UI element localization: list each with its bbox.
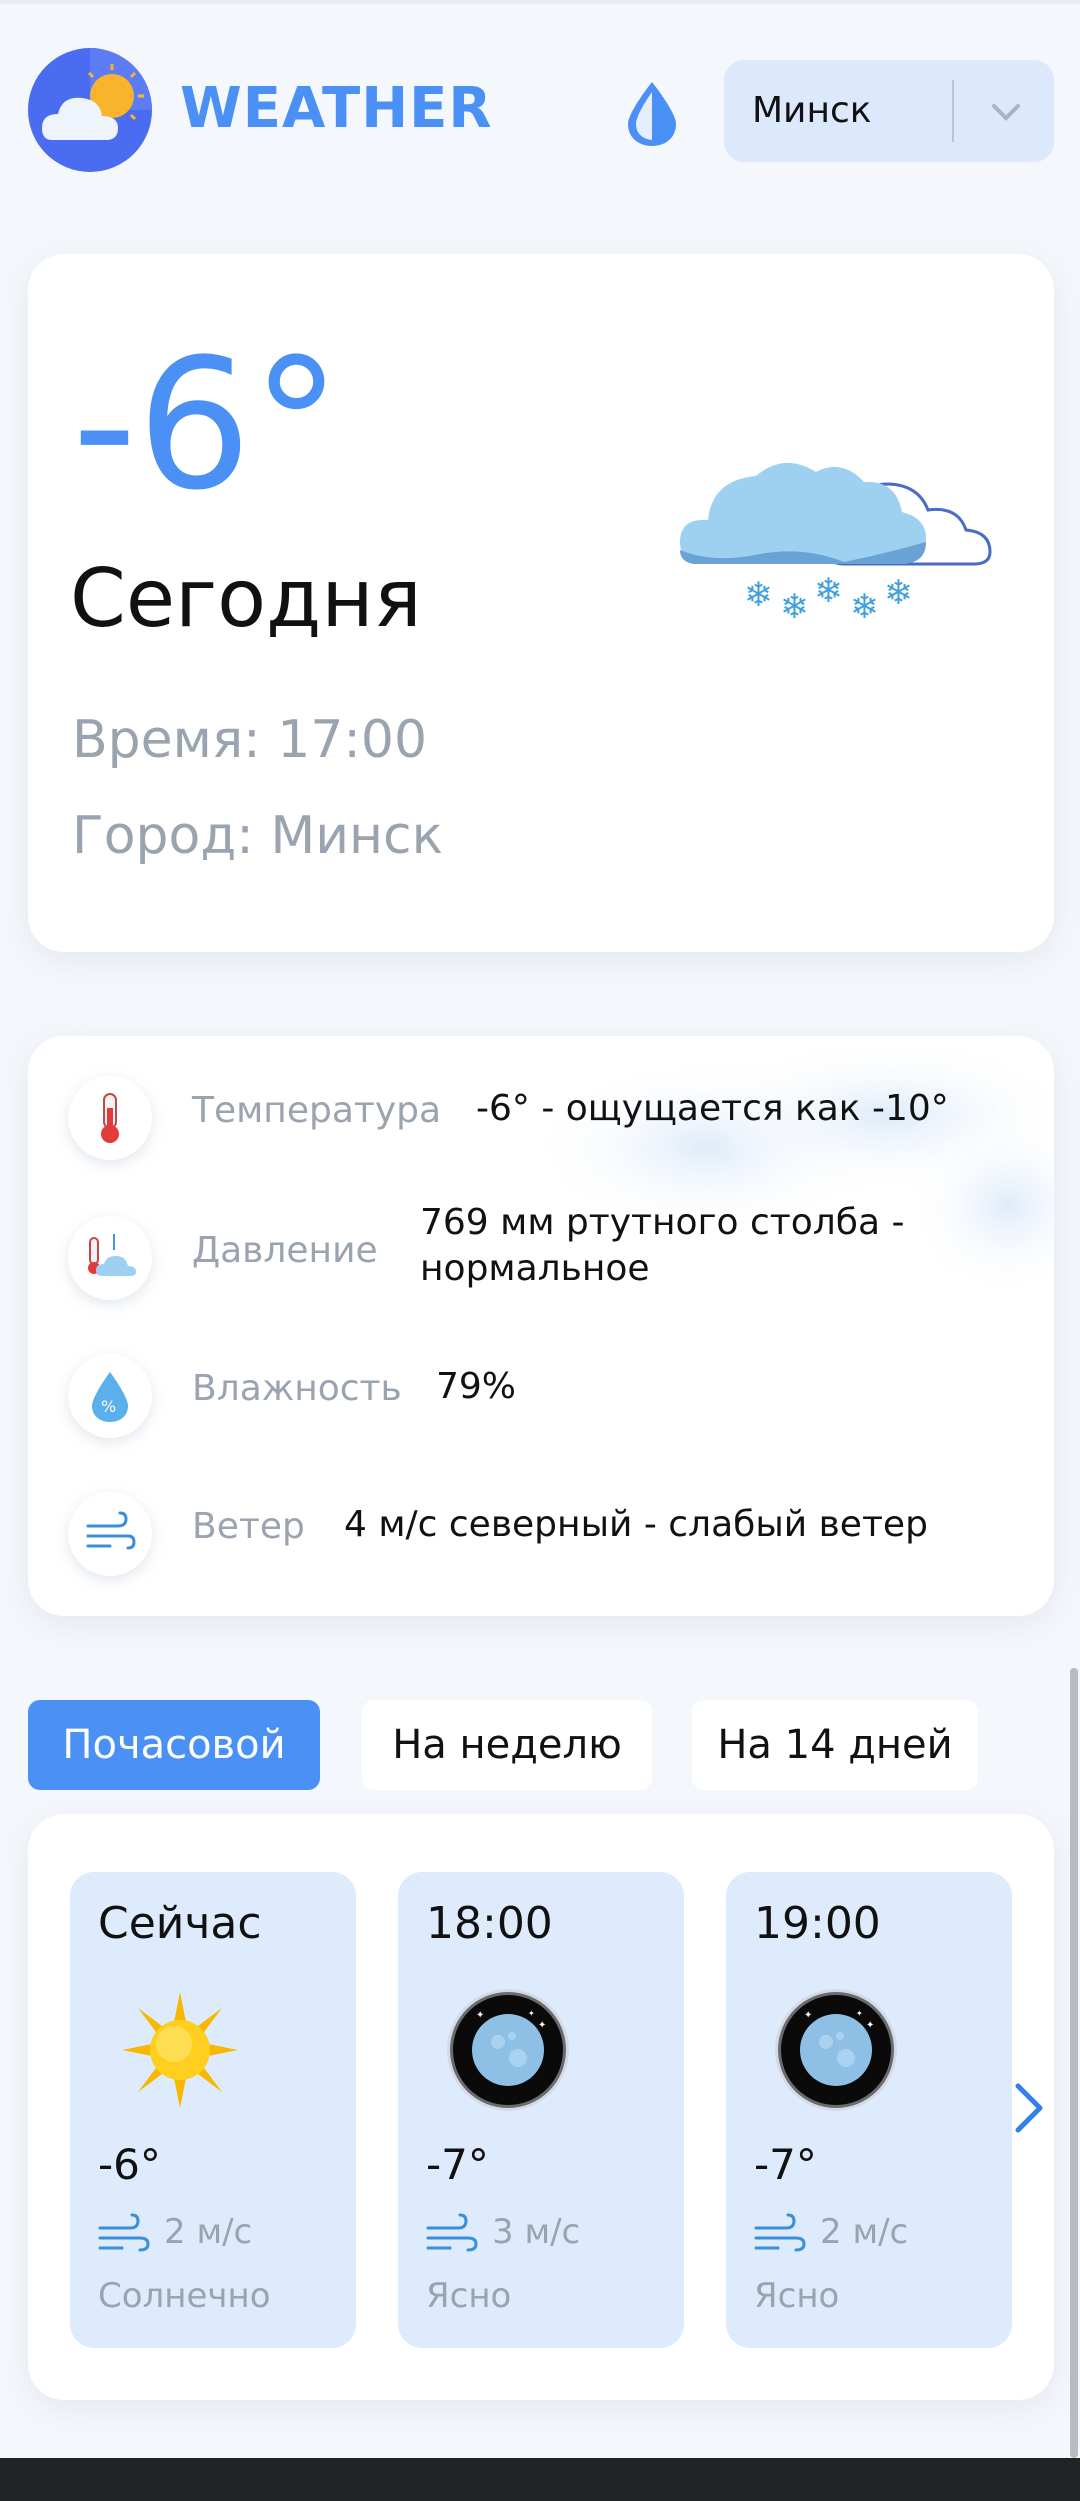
hourly-desc: Ясно (426, 2276, 512, 2316)
pressure-icon (68, 1216, 152, 1300)
moon-icon: ✦ ✦ ✦ (775, 1989, 897, 2111)
detail-value: -6° - ощущается как -10° (476, 1088, 949, 1129)
svg-text:✦: ✦ (476, 2010, 484, 2021)
detail-row-pressure: Давление 769 мм ртутного столба - нормал… (28, 1202, 1054, 1308)
brand-title: WEATHER (180, 76, 493, 141)
svg-text:✦: ✦ (538, 2020, 546, 2031)
cloud-snow-icon: ❄ ❄ ❄ ❄ ❄ (680, 462, 992, 627)
hourly-wind: 3 м/с (492, 2212, 581, 2252)
wind-icon (68, 1492, 152, 1576)
svg-text:%: % (101, 1397, 116, 1416)
hourly-desc: Ясно (754, 2276, 840, 2316)
wind-icon (98, 2213, 150, 2252)
current-temperature: -6° (72, 321, 342, 530)
details-card: Температура -6° - ощущается как -10° Дав… (28, 1036, 1054, 1616)
logo-icon[interactable] (28, 48, 152, 172)
hourly-temp: -7° (754, 2140, 817, 2189)
hourly-temp: -7° (426, 2140, 489, 2189)
wind-icon (426, 2213, 478, 2252)
header: WEATHER Минск (0, 0, 1080, 220)
moon-icon: ✦ ✦ ✦ (447, 1989, 569, 2111)
thermometer-icon (68, 1076, 152, 1160)
hourly-time: 19:00 (754, 1898, 881, 1949)
tab-14-days[interactable]: На 14 дней (692, 1700, 978, 1790)
detail-label: Влажность (192, 1368, 402, 1409)
chevron-right-icon[interactable] (1008, 2078, 1048, 2138)
current-day: Сегодня (70, 552, 422, 645)
sun-icon (122, 1992, 238, 2108)
hourly-item[interactable]: 18:00 ✦ ✦ ✦ -7° 3 м/с Ясно (398, 1872, 684, 2348)
current-weather-card: -6° Сегодня Время: 17:00 Город: Минск ❄ ❄… (28, 254, 1054, 952)
hourly-item[interactable]: 19:00 ✦ ✦ ✦ -7° 2 м/с Ясно (726, 1872, 1012, 2348)
detail-row-wind: Ветер 4 м/с северный - слабый ветер (28, 1484, 1054, 1584)
wind-icon (754, 2213, 806, 2252)
svg-text:❄: ❄ (814, 571, 843, 611)
hourly-wind: 2 м/с (164, 2212, 253, 2252)
svg-text:✦: ✦ (528, 2009, 535, 2018)
current-time: Время: 17:00 (72, 710, 428, 770)
current-city: Город: Минск (72, 806, 444, 866)
svg-text:✦: ✦ (866, 2020, 874, 2031)
svg-text:✦: ✦ (856, 2009, 863, 2018)
detail-value: 4 м/с северный - слабый ветер (344, 1504, 928, 1545)
tab-hourly[interactable]: Почасовой (28, 1700, 320, 1790)
scrollbar[interactable] (1070, 1668, 1078, 2458)
hourly-temp: -6° (98, 2140, 161, 2189)
detail-label: Ветер (192, 1506, 305, 1547)
detail-value-line2: нормальное (420, 1248, 650, 1289)
hourly-wind: 2 м/с (820, 2212, 909, 2252)
detail-label: Температура (192, 1090, 442, 1131)
chevron-down-icon (992, 104, 1020, 121)
system-nav-bar (0, 2458, 1080, 2501)
svg-text:❄: ❄ (850, 587, 879, 627)
tab-week[interactable]: На неделю (362, 1700, 652, 1790)
detail-label: Давление (192, 1230, 378, 1271)
detail-row-humidity: % Влажность 79% (28, 1346, 1054, 1446)
hourly-time: Сейчас (98, 1898, 262, 1949)
hourly-desc: Солнечно (98, 2276, 271, 2316)
city-select-value: Минск (752, 90, 872, 131)
detail-row-temperature: Температура -6° - ощущается как -10° (28, 1068, 1054, 1168)
detail-value-line1: 769 мм ртутного столба - (420, 1202, 905, 1243)
humidity-drop-icon[interactable] (622, 78, 682, 148)
select-separator (952, 80, 954, 142)
svg-text:✦: ✦ (804, 2010, 812, 2021)
city-select[interactable]: Минск (724, 60, 1054, 162)
humidity-icon: % (68, 1354, 152, 1438)
svg-text:❄: ❄ (884, 573, 913, 613)
svg-text:❄: ❄ (744, 575, 773, 615)
detail-value: 79% (436, 1366, 517, 1407)
hourly-time: 18:00 (426, 1898, 553, 1949)
svg-text:❄: ❄ (780, 587, 809, 627)
hourly-item[interactable]: Сейчас -6° 2 м/с Солнечно (70, 1872, 356, 2348)
hourly-forecast: Сейчас -6° 2 м/с Солнечно 18:00 ✦ ✦ ✦ -7… (28, 1814, 1054, 2400)
